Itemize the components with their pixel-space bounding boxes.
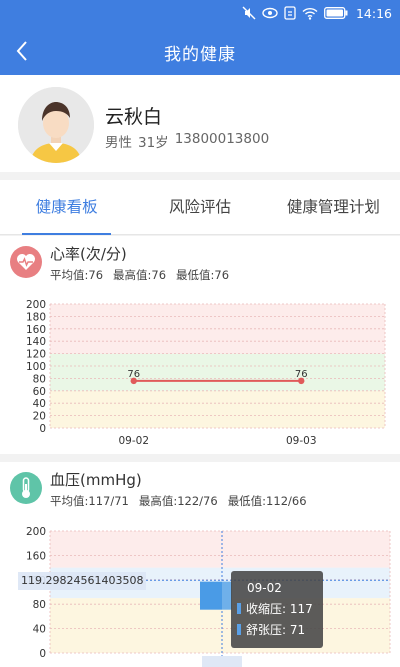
- y-tick-label: 160: [26, 550, 46, 562]
- heart-rate-card: 心率(次/分) 平均值:76 最高值:76 最低值:76 0 20 40 60 80 10…: [0, 236, 400, 454]
- chart-band: [50, 390, 385, 428]
- tooltip-diastolic: 舒张压: 71: [246, 623, 306, 637]
- y-tick-label: 0: [39, 648, 46, 660]
- blood-pressure-chart[interactable]: 04080120160200: [0, 462, 400, 667]
- status-bar: 14:16: [0, 0, 400, 26]
- blood-pressure-card: 血压(mmHg) 平均值:117/71 最高值:122/76 最低值:112/6…: [0, 462, 400, 667]
- tab-health-plan[interactable]: 健康管理计划: [267, 180, 400, 234]
- y-tick-label: 200: [26, 526, 46, 538]
- y-tick-label: 20: [33, 411, 46, 423]
- user-age: 31岁: [138, 135, 169, 151]
- heart-rate-data-label: 76: [127, 369, 140, 380]
- status-time: 14:16: [355, 5, 392, 21]
- tab-risk-assessment[interactable]: 风险评估: [133, 180, 266, 234]
- x-axis-pointer: [202, 656, 242, 667]
- tooltip-date: 09-02: [247, 580, 282, 595]
- status-icons: 14:16: [242, 4, 392, 22]
- y-tick-label: 40: [33, 398, 46, 410]
- systolic-swatch: [237, 603, 241, 614]
- tooltip-diastolic-row: 舒张压: 71: [237, 619, 317, 640]
- tab-health-dashboard[interactable]: 健康看板: [0, 180, 133, 235]
- y-tick-label: 180: [26, 311, 46, 323]
- y-tick-label: 200: [26, 299, 46, 311]
- y-tick-label: 60: [33, 386, 46, 398]
- tooltip-systolic: 收缩压: 117: [246, 602, 313, 616]
- y-tick-label: 140: [26, 336, 46, 348]
- profile-card: 云秋白 男性 31岁 13800013800: [0, 75, 400, 172]
- user-name: 云秋白: [105, 106, 163, 128]
- y-tick-label: 40: [33, 624, 46, 636]
- y-tick-label: 120: [26, 349, 46, 361]
- heart-rate-chart: 020406080100120140160180200 09-02 09-03 76 7…: [26, 299, 386, 447]
- mute-icon: [242, 6, 256, 20]
- eye-icon: [262, 7, 278, 19]
- user-info: 男性 31岁 13800013800: [105, 131, 269, 151]
- tooltip-systolic-row: 收缩压: 117: [237, 598, 317, 619]
- battery-icon: [324, 7, 348, 19]
- wifi-icon: [302, 7, 318, 20]
- user-phone: 13800013800: [174, 131, 270, 147]
- heart-rate-data-label: 76: [295, 369, 308, 380]
- tab-bar: 健康看板 风险评估 健康管理计划: [0, 180, 400, 235]
- systolic-bar: [200, 581, 222, 610]
- user-gender: 男性: [105, 135, 132, 151]
- chart-band: [50, 353, 385, 391]
- chart-band: [50, 531, 390, 568]
- page-title: 我的健康: [164, 45, 236, 65]
- x-tick-label: 09-02: [118, 435, 149, 447]
- avatar: [18, 87, 94, 163]
- signal-icon: [284, 6, 296, 20]
- x-tick-label: 09-03: [286, 435, 317, 447]
- y-tick-label: 80: [33, 599, 46, 611]
- app-header: 14:16 我的健康: [0, 0, 400, 75]
- crosshair-value-label: 119.29824561403508: [18, 572, 147, 590]
- y-tick-label: 100: [26, 361, 46, 373]
- y-tick-label: 0: [39, 423, 46, 435]
- diastolic-swatch: [237, 624, 241, 635]
- chart-tooltip: 09-02 收缩压: 117 舒张压: 71: [231, 571, 323, 648]
- y-tick-label: 160: [26, 324, 46, 336]
- y-tick-label: 80: [33, 373, 46, 385]
